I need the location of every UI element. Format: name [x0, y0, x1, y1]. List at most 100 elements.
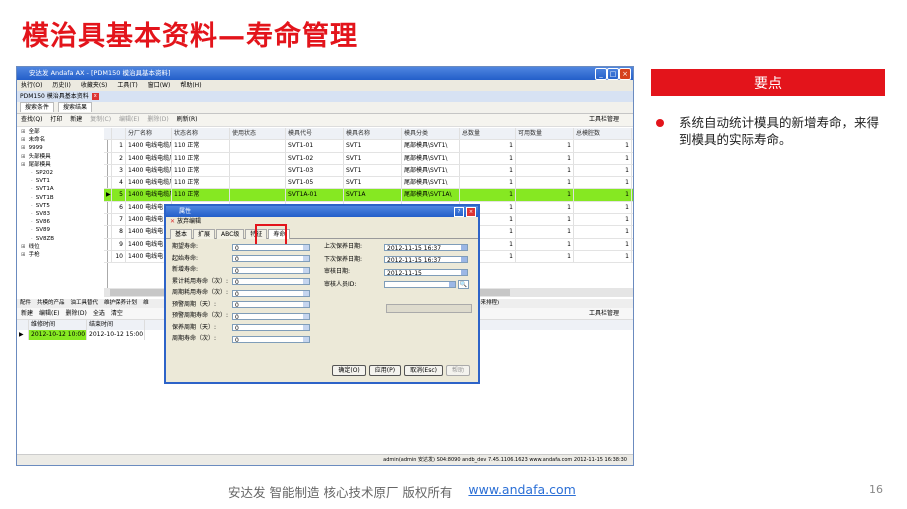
maximize-button[interactable]: □ — [607, 68, 619, 80]
search-icon[interactable]: 🔍 — [458, 280, 469, 289]
column-header[interactable]: 使用状态 — [230, 128, 286, 140]
detail-tab[interactable]: 油工具替代 — [71, 300, 99, 306]
number-input[interactable]: 0 — [232, 312, 310, 321]
table-row[interactable]: 2 1400 电线电缆厂 110 正常 SVT1-02 SVT1 尾部模具\SVT1\ 1 1… — [104, 152, 633, 165]
spinner-icon[interactable] — [303, 256, 309, 261]
tree-node[interactable]: ⊞ 全部 — [21, 128, 107, 136]
detail-toolbar-button[interactable]: 删除(D) — [66, 310, 87, 317]
number-input[interactable]: 0 — [232, 266, 310, 275]
detail-toolbar-button[interactable]: 编辑(E) — [39, 310, 59, 317]
module-tab[interactable]: PDM150 模治具基本资料 — [20, 93, 89, 100]
dialog-tab[interactable]: 基本 — [170, 229, 193, 239]
dialog-close-button[interactable]: × — [466, 207, 476, 217]
column-header[interactable] — [112, 128, 126, 140]
table-row[interactable]: 3 1400 电线电缆厂 110 正常 SVT1-03 SVT1 尾部模具\SVT1\ 1 1… — [104, 164, 633, 178]
number-input[interactable]: 0 — [232, 335, 310, 344]
number-input[interactable]: 0 — [232, 324, 310, 332]
copy-button[interactable]: 复制(C) — [90, 116, 111, 123]
table-row[interactable]: 1 1400 电线电缆厂 110 正常 SVT1-01 SVT1 尾部模具\SVT1\ 1 1… — [104, 140, 633, 153]
tree-node[interactable]: · SV83 — [21, 210, 107, 218]
tree-node[interactable]: · SV89 — [21, 226, 107, 234]
number-input[interactable]: 0 — [232, 278, 310, 286]
ok-button[interactable]: 确定(O) — [332, 365, 366, 376]
footer-link[interactable]: www.andafa.com — [468, 482, 575, 501]
menu-item[interactable]: 窗口(W) — [148, 82, 171, 89]
refresh-button[interactable]: 刷新(R) — [177, 116, 198, 123]
dropdown-icon[interactable] — [461, 257, 467, 262]
apply-button[interactable]: 应用(P) — [368, 365, 402, 376]
spinner-icon[interactable] — [303, 267, 309, 273]
tab-search-results[interactable]: 搜索结果 — [57, 102, 92, 112]
date-input[interactable]: 2012-11-15 — [384, 268, 468, 277]
tree-node[interactable]: · SV8ZB — [21, 235, 107, 243]
spinner-icon[interactable] — [303, 313, 309, 319]
number-input[interactable]: 0 — [232, 243, 310, 252]
close-icon[interactable]: x — [91, 93, 99, 100]
spinner-icon[interactable] — [303, 302, 309, 307]
column-header[interactable]: 结束时间 — [87, 320, 145, 330]
detail-toolbar-button[interactable]: 新建 — [21, 310, 33, 317]
spinner-icon[interactable] — [303, 325, 309, 330]
print-button[interactable]: 打印 — [50, 116, 62, 123]
column-header[interactable]: 模具名称 — [344, 128, 402, 140]
number-input[interactable]: 0 — [232, 289, 310, 298]
date-input[interactable]: 2012-11-15 16:37 — [384, 243, 468, 252]
menu-item[interactable]: 帮助(H) — [180, 82, 201, 89]
column-header[interactable]: 状态名称 — [172, 128, 230, 140]
tree-node[interactable]: · SVT1 — [21, 177, 107, 185]
tree-node[interactable]: ⊞ 线位 — [21, 243, 107, 251]
tree-node[interactable]: · SP202 — [21, 169, 107, 177]
tree-node[interactable]: · SVT5 — [21, 202, 107, 210]
minimize-button[interactable]: _ — [595, 68, 607, 80]
column-header[interactable] — [104, 128, 112, 140]
new-button[interactable]: 新建 — [70, 116, 82, 123]
menu-item[interactable]: 收藏夹(S) — [81, 82, 108, 89]
menu-item[interactable]: 历史(I) — [52, 82, 70, 89]
column-header[interactable]: 模具代号 — [286, 128, 344, 140]
tree-node[interactable]: ⊞ 未命名 — [21, 136, 107, 144]
dropdown-icon[interactable] — [461, 244, 467, 250]
detail-tab[interactable]: 配件 — [20, 300, 31, 306]
detail-tab[interactable]: 维 — [143, 300, 149, 306]
menu-item[interactable]: 执行(O) — [21, 82, 42, 89]
tree-node[interactable]: · SVT1B — [21, 194, 107, 202]
discard-edit-button[interactable]: ✕ 放弃编辑 — [166, 217, 478, 227]
column-header[interactable]: 总数量 — [460, 128, 516, 140]
column-header[interactable]: 维修时间 — [29, 320, 87, 330]
close-button[interactable]: × — [619, 68, 631, 80]
date-input[interactable]: 2012-11-15 16:37 — [384, 256, 468, 264]
tab-search-conditions[interactable]: 搜索条件 — [20, 102, 55, 112]
spinner-icon[interactable] — [303, 279, 309, 284]
cancel-button[interactable]: 取消(Esc) — [404, 365, 443, 376]
tree-node[interactable]: ⊞ 9999 — [21, 144, 107, 152]
toolbar-manage-button[interactable]: 工具栏管理 — [589, 114, 619, 126]
number-input[interactable]: 0 — [232, 301, 310, 309]
dialog-tab[interactable]: ABC级 — [216, 229, 245, 239]
detail-tab[interactable]: 维护保养计划 — [104, 300, 137, 306]
tree-node[interactable]: ⊞ 手枪 — [21, 251, 107, 259]
tree-node[interactable]: · SV86 — [21, 218, 107, 226]
column-header[interactable]: 总模腔数 — [574, 128, 632, 140]
menu-item[interactable]: 工具(T) — [117, 82, 137, 89]
column-header[interactable]: 可用数量 — [516, 128, 574, 140]
toolbar-manage-button[interactable]: 工具栏管理 — [589, 308, 619, 319]
column-header[interactable]: 分厂名称 — [126, 128, 172, 140]
tree-node[interactable]: ⊞ 尾部模具 — [21, 161, 107, 169]
lookup-icon[interactable] — [449, 282, 455, 287]
edit-button[interactable]: 编辑(E) — [119, 116, 139, 123]
column-header[interactable]: 模具分类 — [402, 128, 460, 140]
tree-node[interactable]: ⊞ 头部模具 — [21, 153, 107, 161]
date-input[interactable] — [384, 281, 456, 288]
help-button[interactable]: 帮助 — [445, 365, 470, 376]
table-row[interactable]: 4 1400 电线电缆厂 110 正常 SVT1-05 SVT1 尾部模具\SVT1\ 1 1… — [104, 177, 633, 190]
dropdown-icon[interactable] — [461, 269, 467, 275]
table-row[interactable]: ▶ 5 1400 电线电缆厂 110 正常 SVT1A-01 SVT1A 尾部模具\SVT1… — [104, 189, 633, 202]
help-icon[interactable]: ? — [454, 207, 464, 217]
number-input[interactable]: 0 — [232, 255, 310, 263]
spinner-icon[interactable] — [303, 290, 309, 296]
spinner-icon[interactable] — [303, 244, 309, 250]
spinner-icon[interactable] — [303, 336, 309, 342]
dialog-tab[interactable]: 扩展 — [193, 229, 216, 239]
detail-tab[interactable]: 共模的产品 — [37, 300, 65, 306]
detail-toolbar-button[interactable]: 全选 — [93, 310, 105, 317]
